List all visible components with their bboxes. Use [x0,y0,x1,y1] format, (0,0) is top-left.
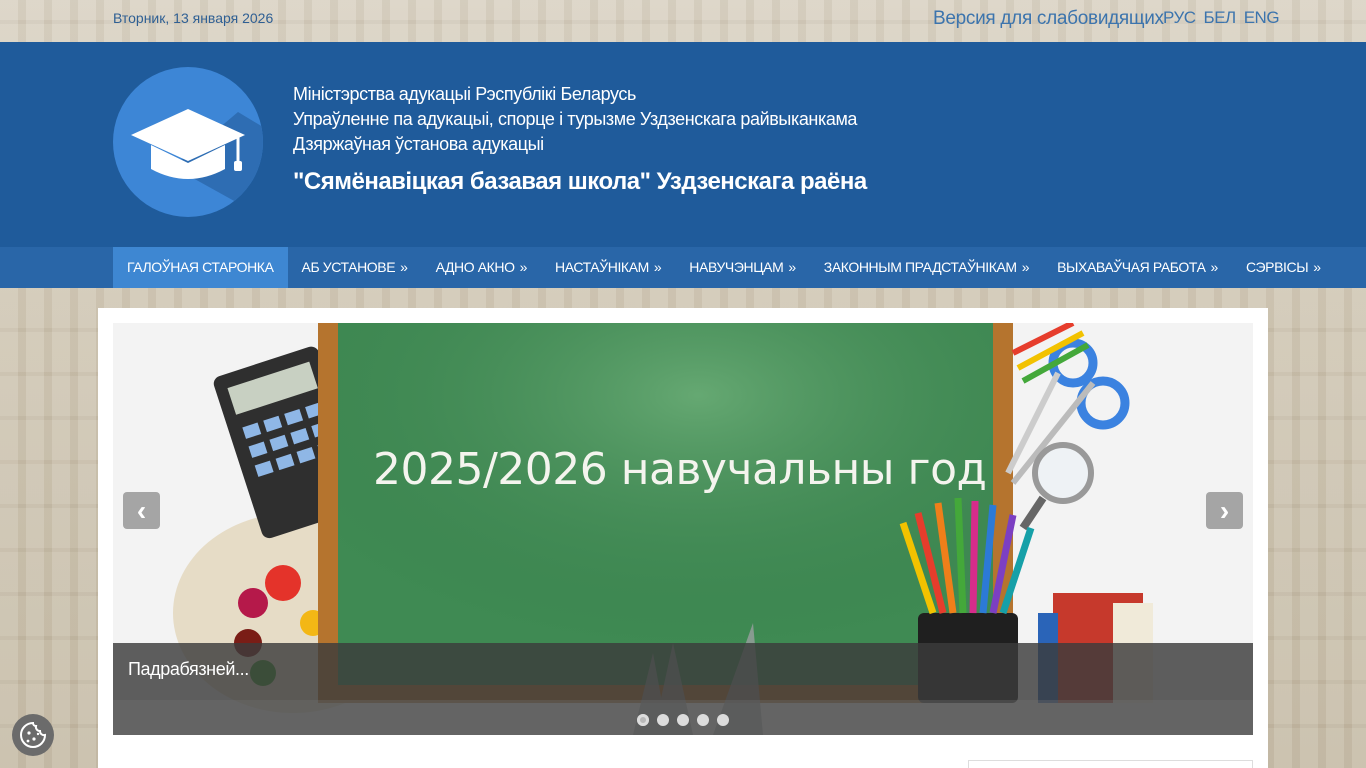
department-line: Упраўленне па адукацыі, спорце і турызме… [293,109,858,129]
slider-dot[interactable] [677,714,689,726]
slider-dot[interactable] [637,714,649,726]
slider-prev-button[interactable]: ‹ [123,492,160,529]
nav-label: ЗАКОННЫМ ПРАДСТАЎНІКАМ [823,259,1017,275]
nav-item-students[interactable]: НАВУЧЭНЦАМ» [675,247,809,288]
nav-arrow-icon: » [788,259,796,275]
school-logo[interactable] [113,67,263,217]
graduation-cap-icon [131,109,263,217]
nav-arrow-icon: » [1021,259,1030,275]
nav-arrow-icon: » [1210,259,1219,275]
slider-pagination [113,700,1253,735]
nav-label: НАСТАЎНІКАМ [555,259,649,275]
low-vision-version-link[interactable]: Версия для слабовидящих [933,8,1164,30]
nav-item-home[interactable]: ГАЛОЎНАЯ СТАРОНКА [113,247,288,288]
sidebar-widget [968,760,1253,768]
slider-dot[interactable] [697,714,709,726]
cookie-icon [20,721,47,748]
school-name[interactable]: "Сямёнавіцкая базавая школа" Уздзенскага… [293,168,867,196]
nav-item-upbringing[interactable]: ВЫХАВАЎЧАЯ РАБОТА» [1043,247,1232,288]
nav-item-parents[interactable]: ЗАКОННЫМ ПРАДСТАЎНІКАМ» [810,247,1043,288]
current-date: Вторник, 13 января 2026 [113,10,274,26]
slider-dot[interactable] [657,714,669,726]
nav-arrow-icon: » [519,259,528,275]
slider-next-button[interactable]: › [1206,492,1243,529]
nav-item-about[interactable]: АБ УСТАНОВЕ» [288,247,422,288]
nav-arrow-icon: » [400,259,408,275]
nav-item-teachers[interactable]: НАСТАЎНІКАМ» [541,247,675,288]
slider-dot[interactable] [717,714,729,726]
lang-rus-link[interactable]: РУС [1163,8,1196,28]
lang-eng-link[interactable]: ENG [1244,8,1280,28]
institution-type-line: Дзяржаўная ўстанова адукацыі [293,134,544,154]
slide-caption: Падрабязней... [113,643,1253,700]
lang-bel-link[interactable]: БЕЛ [1204,8,1237,28]
ministry-line: Міністэрства адукацыі Рэспублікі Беларус… [293,84,636,104]
nav-label: НАВУЧЭНЦАМ [689,259,784,275]
nav-item-services[interactable]: СЭРВІСЫ» [1232,247,1335,288]
nav-arrow-icon: » [1313,259,1321,275]
pagination-dots [637,714,729,726]
main-navigation: ГАЛОЎНАЯ СТАРОНКА АБ УСТАНОВЕ» АДНО АКНО… [0,247,1366,288]
nav-arrow-icon: » [653,259,662,275]
nav-label: ВЫХАВАЎЧАЯ РАБОТА [1057,259,1206,275]
cookie-settings-button[interactable] [12,714,54,756]
language-switcher: РУС БЕЛ ENG [1163,8,1280,28]
top-bar: Вторник, 13 января 2026 Версия для слабо… [0,0,1366,42]
header-text: Міністэрства адукацыі Рэспублікі Беларус… [293,82,867,196]
nav-label: АДНО АКНО [435,259,515,275]
read-more-link[interactable]: Падрабязней... [128,659,249,680]
slide-headline: 2025/2026 навучальны год [373,444,987,495]
site-header: Міністэрства адукацыі Рэспублікі Беларус… [0,42,1366,247]
nav-label: СЭРВІСЫ [1245,259,1309,275]
nav-item-one-window[interactable]: АДНО АКНО» [422,247,541,288]
nav-label: ГАЛОЎНАЯ СТАРОНКА [127,259,274,275]
nav-label: АБ УСТАНОВЕ [301,259,396,275]
